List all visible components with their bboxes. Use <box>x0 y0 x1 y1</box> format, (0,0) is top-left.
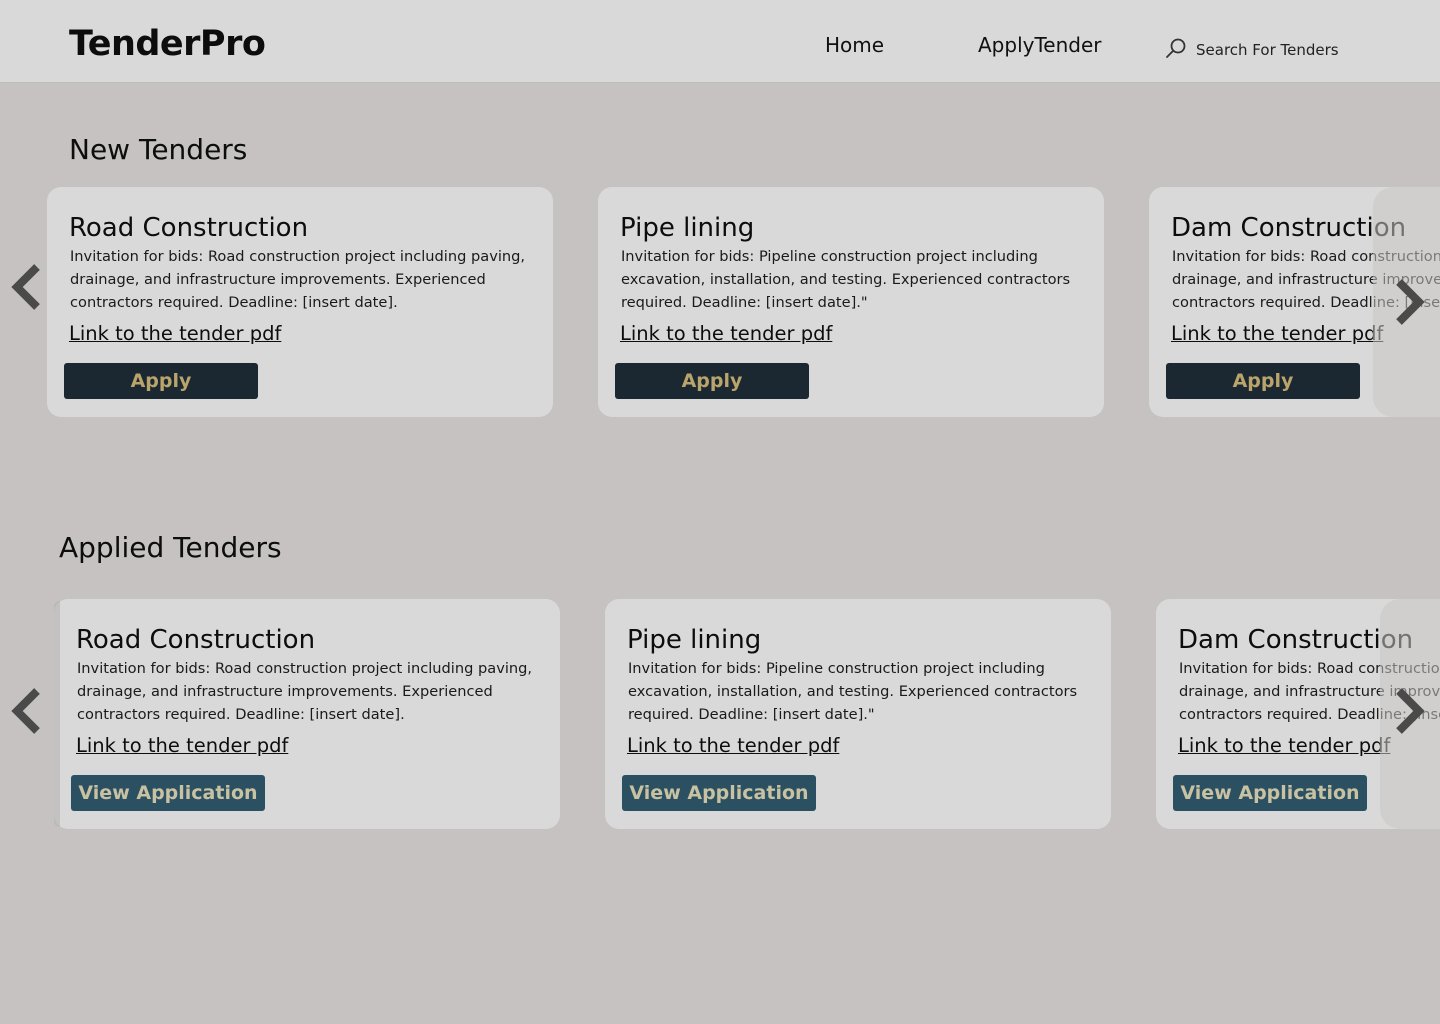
search-icon[interactable] <box>1164 36 1188 64</box>
applied-tenders-carousel: Road Construction Invitation for bids: R… <box>0 599 1440 839</box>
card-title: Dam Construction <box>1171 213 1407 243</box>
chevron-left-icon[interactable] <box>9 687 43 735</box>
apply-button[interactable]: Apply <box>1166 363 1360 399</box>
applied-tenders-heading: Applied Tenders <box>59 531 282 564</box>
top-navbar: TenderPro Home ApplyTender <box>0 0 1440 83</box>
card-description: Invitation for bids: Pipeline constructi… <box>628 660 1078 723</box>
tender-pdf-link[interactable]: Link to the tender pdf <box>620 322 832 345</box>
card-title: Road Construction <box>76 625 316 655</box>
applied-tender-card: Road Construction Invitation for bids: R… <box>54 599 560 829</box>
nav-apply-tender-link[interactable]: ApplyTender <box>978 33 1102 57</box>
chevron-right-icon[interactable] <box>1393 687 1427 735</box>
card-description: Invitation for bids: Road construction p… <box>77 660 533 723</box>
new-tenders-heading: New Tenders <box>69 133 248 166</box>
brand-logo[interactable]: TenderPro <box>69 24 266 64</box>
new-tenders-carousel: Road Construction Invitation for bids: R… <box>0 187 1440 427</box>
card-title: Road Construction <box>69 213 309 243</box>
card-description: Invitation for bids: Pipeline constructi… <box>621 248 1071 311</box>
nav-home-link[interactable]: Home <box>825 33 884 57</box>
chevron-right-icon[interactable] <box>1393 278 1427 326</box>
card-title: Pipe lining <box>620 213 755 243</box>
applied-tender-card: Pipe lining Invitation for bids: Pipelin… <box>605 599 1111 829</box>
search-bar <box>1164 36 1384 64</box>
tender-card: Road Construction Invitation for bids: R… <box>47 187 553 417</box>
tender-card: Pipe lining Invitation for bids: Pipelin… <box>598 187 1104 417</box>
card-description: Invitation for bids: Road construction p… <box>70 248 526 311</box>
tender-pdf-link[interactable]: Link to the tender pdf <box>1178 734 1390 757</box>
search-input[interactable] <box>1196 41 1376 59</box>
chevron-left-icon[interactable] <box>9 263 43 311</box>
tender-pdf-link[interactable]: Link to the tender pdf <box>76 734 288 757</box>
card-title: Pipe lining <box>627 625 762 655</box>
tender-pdf-link[interactable]: Link to the tender pdf <box>69 322 281 345</box>
tender-pdf-link[interactable]: Link to the tender pdf <box>1171 322 1383 345</box>
card-title: Dam Construction <box>1178 625 1414 655</box>
view-application-button[interactable]: View Application <box>622 775 816 811</box>
tender-pdf-link[interactable]: Link to the tender pdf <box>627 734 839 757</box>
apply-button[interactable]: Apply <box>615 363 809 399</box>
carousel-fade-overlay <box>54 601 60 827</box>
apply-button[interactable]: Apply <box>64 363 258 399</box>
view-application-button[interactable]: View Application <box>71 775 265 811</box>
view-application-button[interactable]: View Application <box>1173 775 1367 811</box>
